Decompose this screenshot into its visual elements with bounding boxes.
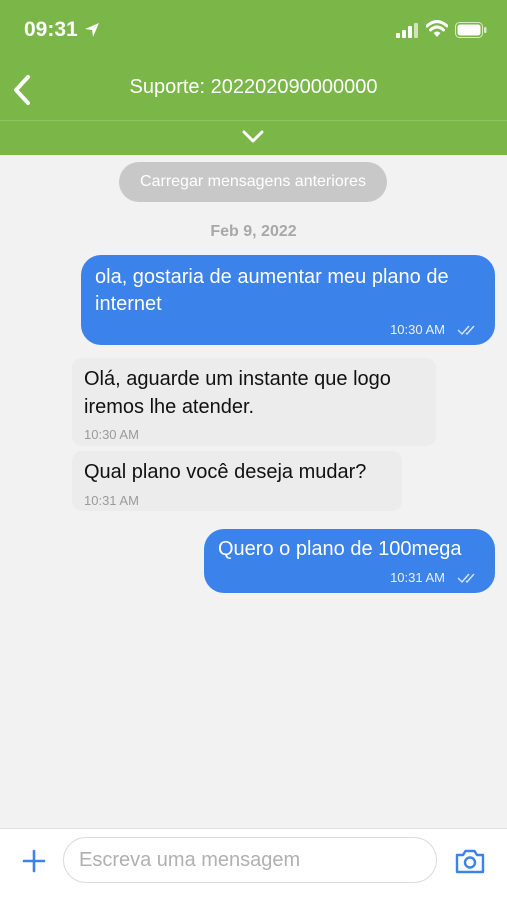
message-line: Qual plano você deseja mudar? [84, 461, 367, 483]
message-composer [0, 828, 507, 900]
load-previous-messages-button[interactable]: Carregar mensagens anteriores [119, 162, 387, 202]
camera-icon [455, 849, 485, 874]
message-meta: 10:31 AM [390, 570, 481, 585]
nav-divider [0, 120, 507, 121]
message-input[interactable] [63, 837, 437, 883]
message-bubble-incoming[interactable]: Qual plano você deseja mudar? 10:31 AM [72, 451, 402, 511]
double-check-icon [457, 325, 475, 335]
battery-icon [455, 22, 487, 38]
add-attachment-button[interactable] [20, 847, 48, 875]
message-time: 10:31 AM [84, 493, 139, 508]
message-line: Olá, aguarde um instante que logo [84, 368, 391, 390]
message-bubble-outgoing[interactable]: Quero o plano de 100mega 10:31 AM [204, 529, 495, 593]
expand-button[interactable] [238, 126, 268, 148]
double-check-icon [457, 573, 475, 583]
message-line: internet [95, 293, 162, 315]
message-time: 10:30 AM [84, 427, 139, 442]
chevron-down-icon [242, 130, 264, 143]
status-bar: 09:31 [0, 0, 507, 60]
camera-button[interactable] [454, 847, 486, 875]
message-line: ola, gostaria de aumentar meu plano de [95, 266, 449, 288]
page-title: Suporte: 202202090000000 [129, 76, 378, 98]
message-meta: 10:30 AM [390, 322, 481, 337]
message-text: Quero o plano de 100mega [218, 536, 462, 563]
status-time: 09:31 [24, 18, 78, 41]
message-text: Qual plano você deseja mudar? [84, 458, 366, 486]
message-line: Quero o plano de 100mega [218, 538, 462, 560]
location-arrow-icon [85, 23, 99, 37]
header: 09:31 Suporte: 202202090000000 [0, 0, 507, 155]
wifi-icon [426, 20, 448, 37]
message-bubble-outgoing[interactable]: ola, gostaria de aumentar meu plano de i… [81, 255, 495, 345]
message-bubble-incoming[interactable]: Olá, aguarde um instante que logo iremos… [72, 358, 436, 446]
cellular-signal-icon [396, 23, 418, 38]
message-line: iremos lhe atender. [84, 396, 255, 418]
message-time: 10:30 AM [390, 322, 445, 337]
plus-icon [22, 849, 46, 873]
message-time: 10:31 AM [390, 570, 445, 585]
message-text: ola, gostaria de aumentar meu plano de i… [95, 264, 449, 318]
message-text: Olá, aguarde um instante que logo iremos… [84, 365, 391, 421]
date-separator: Feb 9, 2022 [210, 223, 297, 240]
